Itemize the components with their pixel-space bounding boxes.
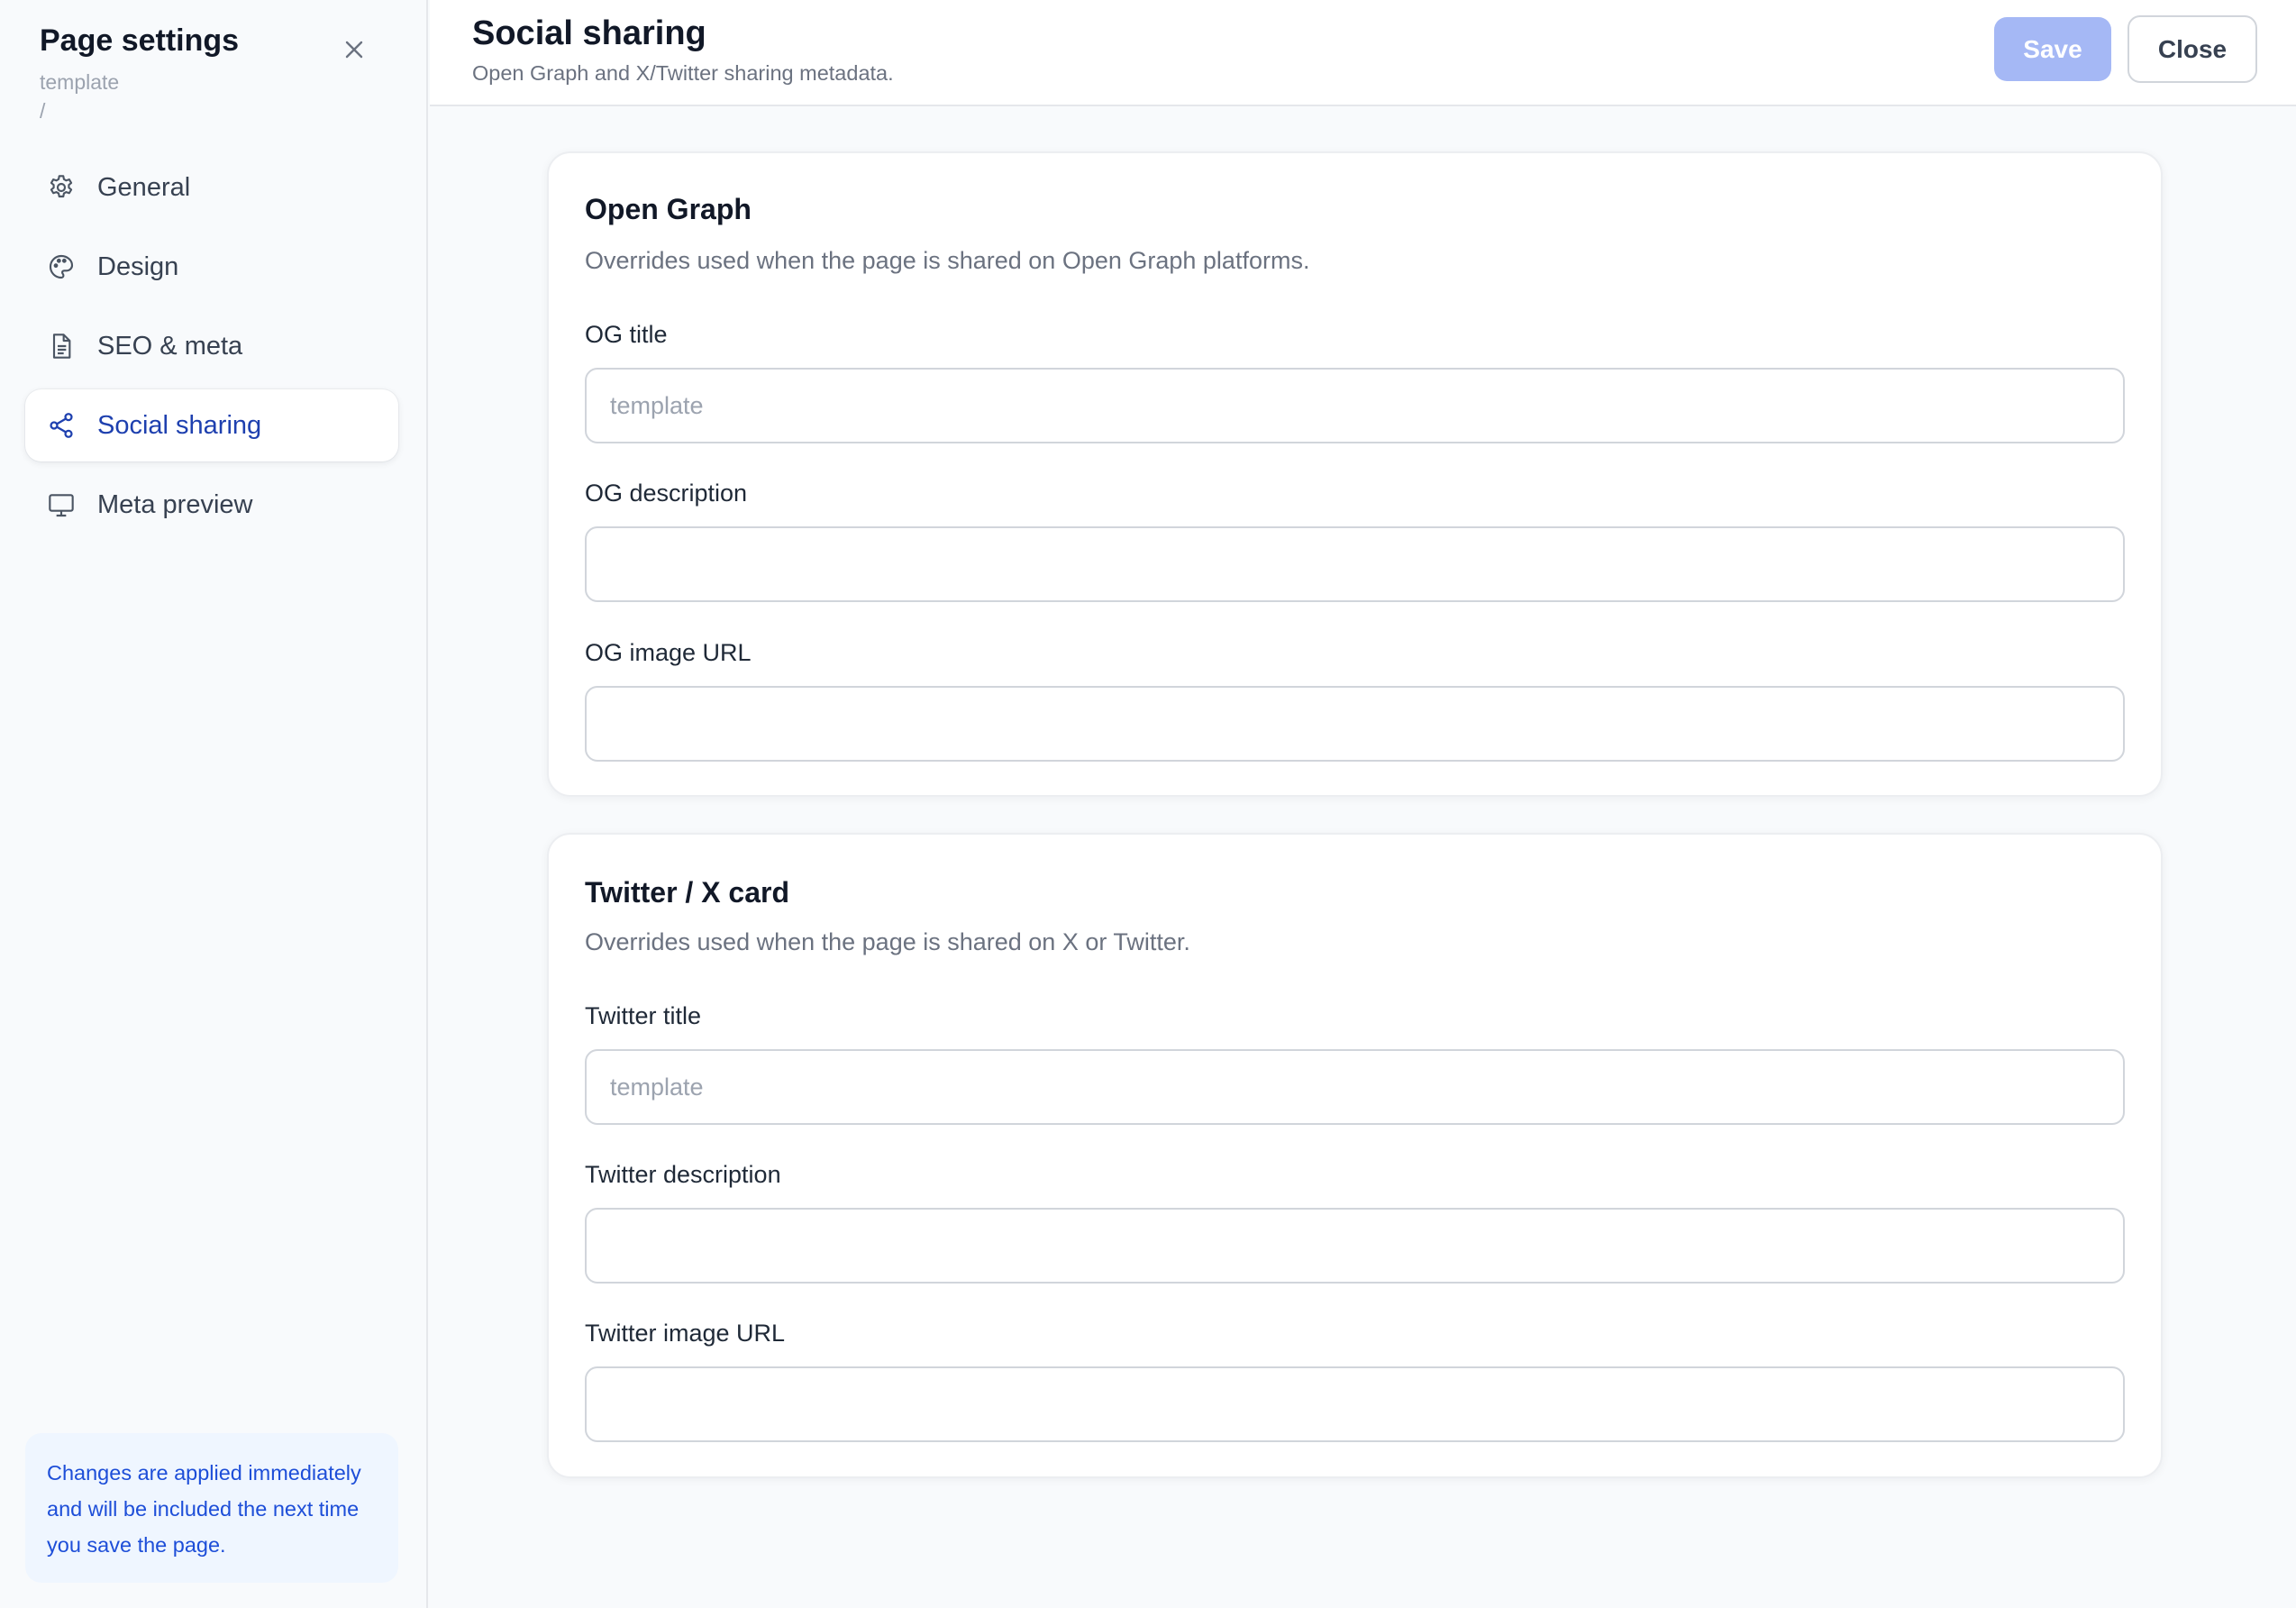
document-icon [45,330,77,362]
sidebar-item-label: Meta preview [97,489,253,519]
sidebar-item-seo[interactable]: SEO & meta [25,310,398,382]
twitter-title-label: Twitter title [585,1002,702,1029]
save-notice: Changes are applied immediately and will… [25,1433,398,1583]
settings-sidebar: Page settings template / General Design … [0,0,428,1608]
og-image-url-input[interactable] [585,686,2125,762]
section-description: Overrides used when the page is shared o… [585,247,1310,274]
sidebar-item-label: SEO & meta [97,331,243,361]
twitter-description-label: Twitter description [585,1161,781,1188]
gear-icon [45,171,77,204]
twitter-image-url-label: Twitter image URL [585,1320,786,1347]
page-path: / [40,99,46,123]
og-title-label: OG title [585,321,668,348]
page-title: Social sharing [472,14,706,52]
sidebar-item-design[interactable]: Design [25,231,398,303]
sidebar-item-general[interactable]: General [25,151,398,224]
twitter-description-input[interactable] [585,1208,2125,1284]
sidebar-item-meta-preview[interactable]: Meta preview [25,469,398,541]
twitter-title-input[interactable] [585,1049,2125,1125]
section-description: Overrides used when the page is shared o… [585,928,1190,955]
sidebar-item-label: Social sharing [97,410,262,440]
close-icon[interactable] [339,34,369,65]
page-name: template [40,70,120,94]
save-button[interactable]: Save [1994,17,2111,81]
close-button[interactable]: Close [2127,15,2257,83]
og-image-url-label: OG image URL [585,639,752,666]
monitor-icon [45,489,77,521]
section-title: Twitter / X card [585,876,790,909]
twitter-card: Twitter / X card Overrides used when the… [547,833,2163,1478]
sidebar-title: Page settings [40,23,240,58]
sidebar-item-label: General [97,172,191,202]
open-graph-card: Open Graph Overrides used when the page … [547,151,2163,797]
og-description-input[interactable] [585,526,2125,602]
palette-icon [45,251,77,283]
sidebar-item-label: Design [97,251,179,281]
sidebar-item-social-sharing[interactable]: Social sharing [25,389,398,461]
share-icon [45,409,77,442]
page-subtitle: Open Graph and X/Twitter sharing metadat… [472,61,894,85]
section-title: Open Graph [585,193,752,225]
twitter-image-url-input[interactable] [585,1366,2125,1442]
settings-nav: General Design SEO & meta Social sharing… [25,151,398,548]
og-description-label: OG description [585,480,748,507]
og-title-input[interactable] [585,368,2125,443]
page-header: Social sharing Open Graph and X/Twitter … [430,0,2296,106]
